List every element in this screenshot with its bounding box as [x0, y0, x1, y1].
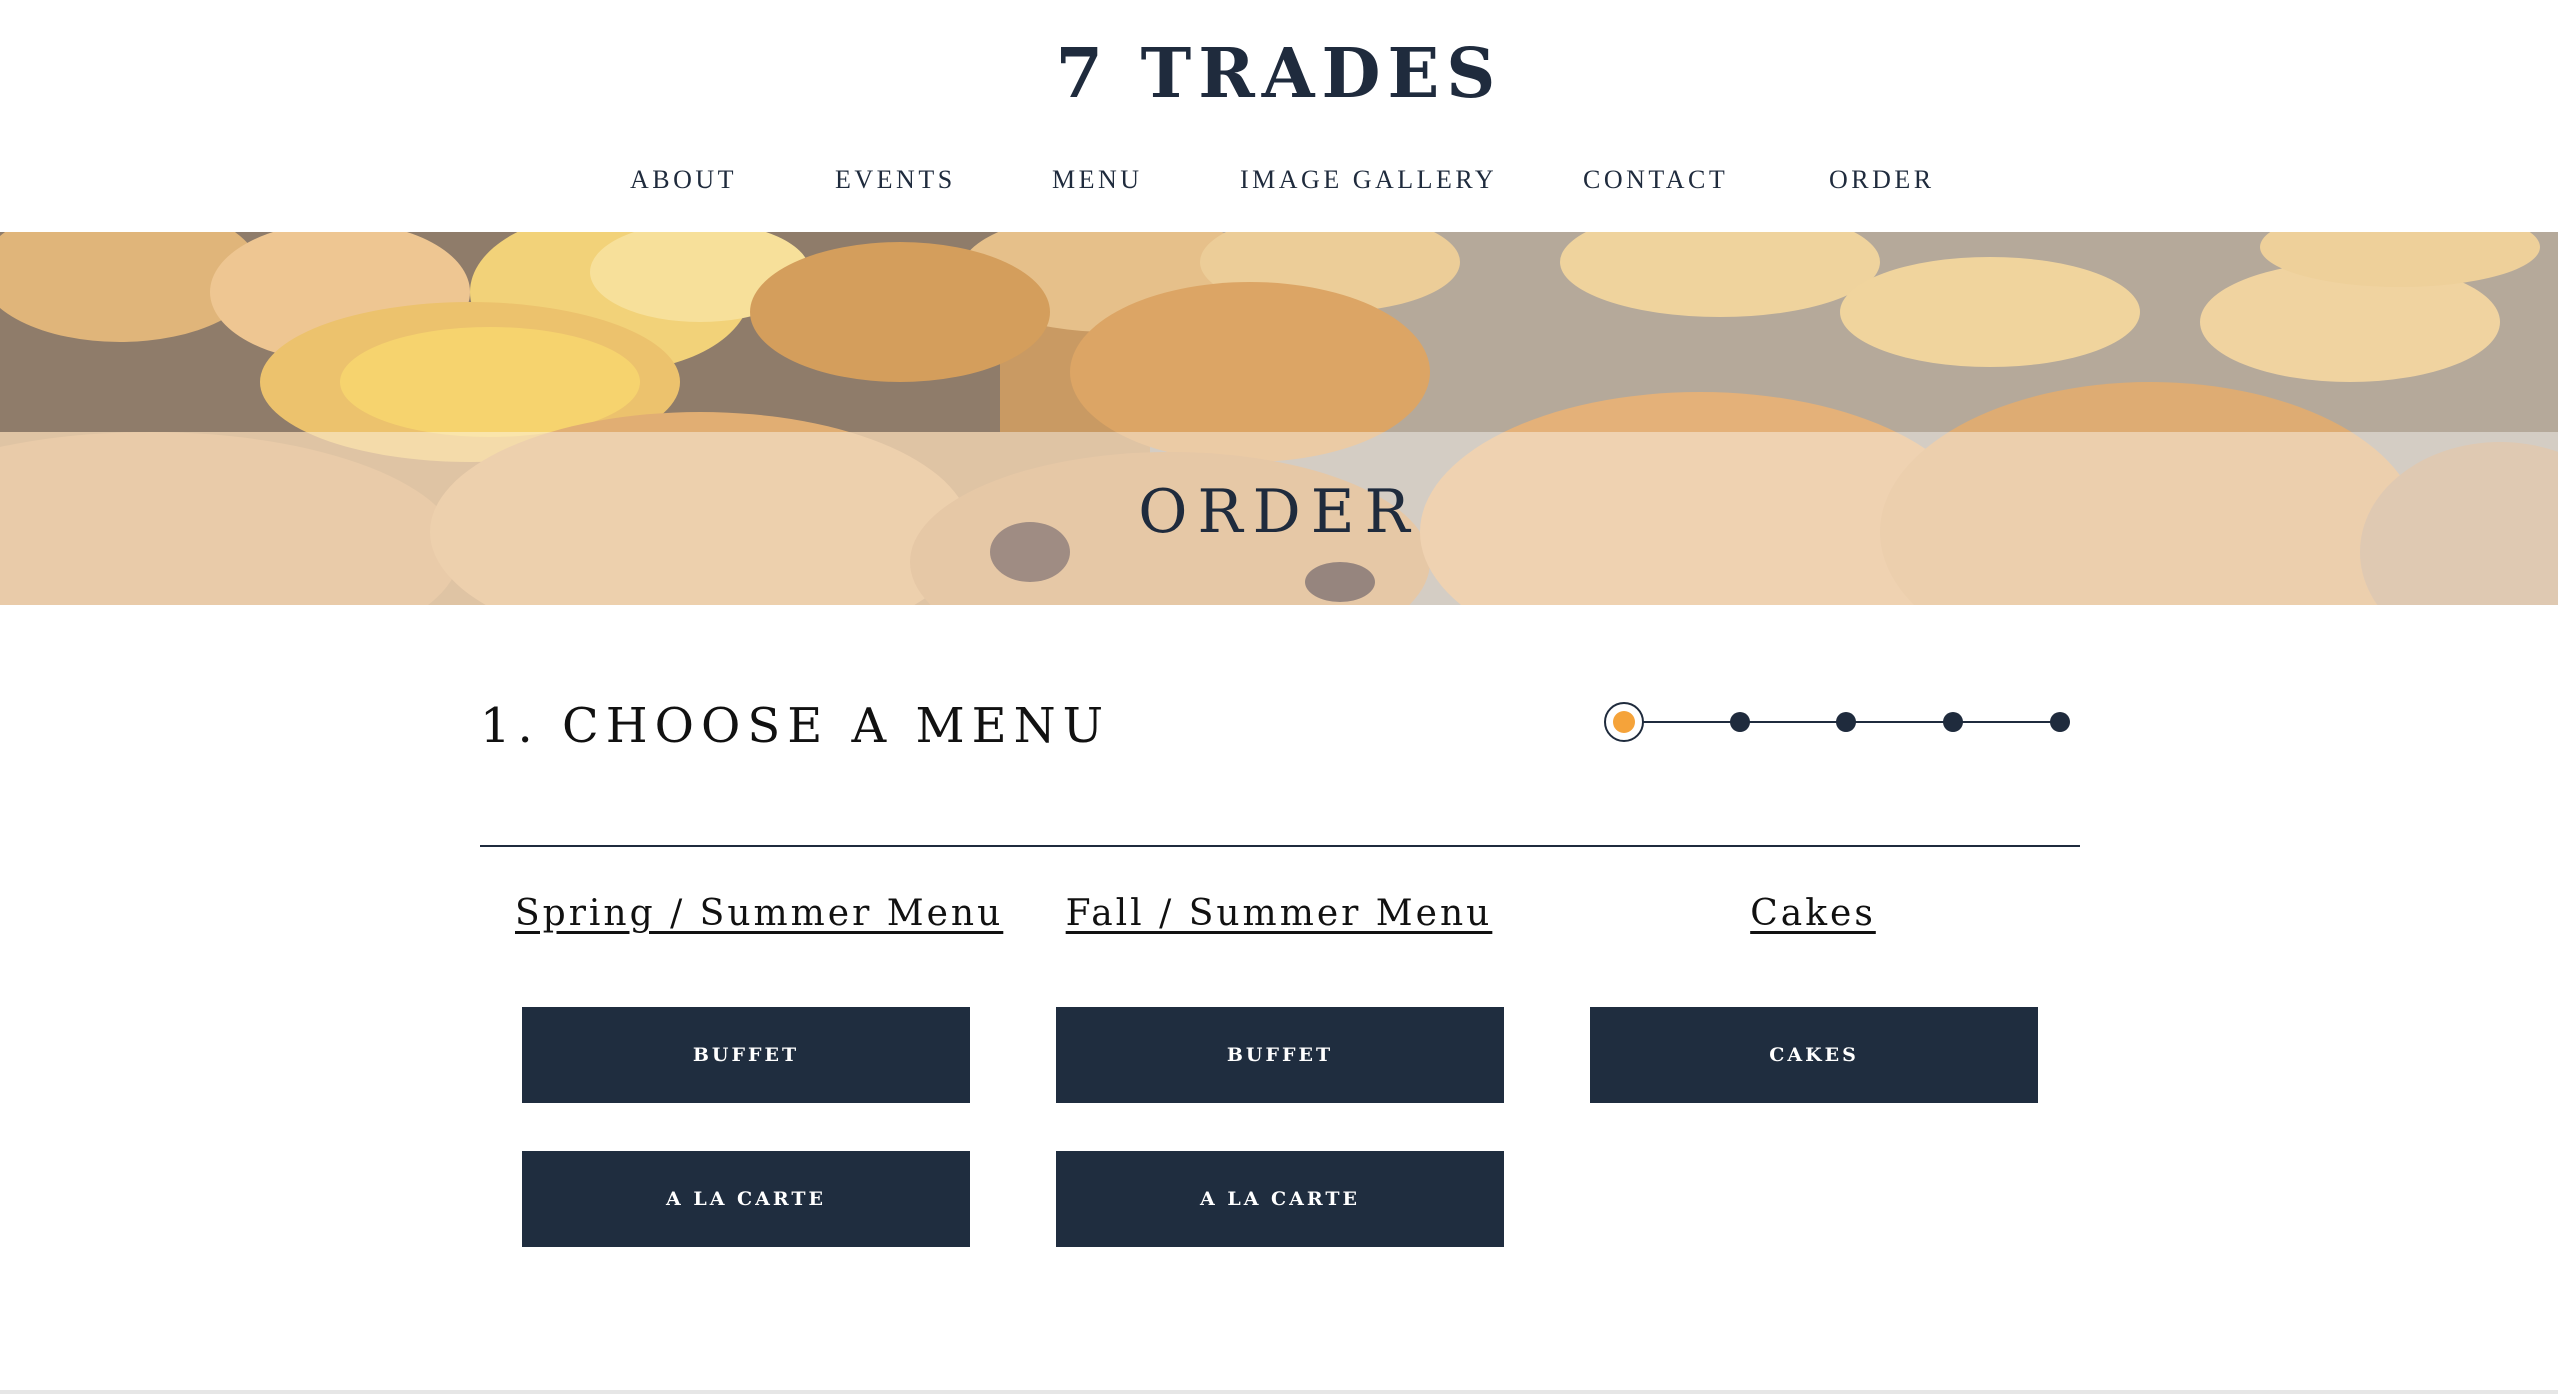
progress-step-5[interactable] [2050, 712, 2070, 732]
site-header: 7 TRADES ABOUT EVENTS MENU IMAGE GALLERY… [0, 0, 2558, 232]
spring-buffet-button[interactable]: BUFFET [522, 1007, 970, 1103]
nav-item-events[interactable]: EVENTS [835, 160, 956, 200]
step-progress-indicator [1600, 690, 2080, 754]
fall-a-la-carte-button[interactable]: A LA CARTE [1056, 1151, 1504, 1247]
fall-summer-menu-title[interactable]: Fall / Summer Menu [1049, 884, 1509, 944]
section-divider [480, 845, 2080, 847]
spring-summer-menu-title[interactable]: Spring / Summer Menu [515, 884, 1000, 944]
cakes-button[interactable]: CAKES [1590, 1007, 2038, 1103]
main-nav: ABOUT EVENTS MENU IMAGE GALLERY CONTACT … [0, 160, 2558, 200]
nav-item-menu[interactable]: MENU [1052, 160, 1143, 200]
progress-step-2[interactable] [1730, 712, 1750, 732]
nav-item-contact[interactable]: CONTACT [1583, 160, 1728, 200]
progress-step-1-active[interactable] [1604, 702, 1644, 742]
nav-item-about[interactable]: ABOUT [630, 160, 737, 200]
step-title: 1. CHOOSE A MENU [480, 698, 1111, 754]
page-title: ORDER [1138, 477, 1420, 547]
spring-a-la-carte-button[interactable]: A LA CARTE [522, 1151, 970, 1247]
progress-step-3[interactable] [1836, 712, 1856, 732]
nav-item-order[interactable]: ORDER [1829, 160, 1935, 200]
footer-divider [0, 1390, 2558, 1394]
progress-step-4[interactable] [1943, 712, 1963, 732]
site-logo[interactable]: 7 TRADES [0, 34, 2558, 114]
nav-item-image-gallery[interactable]: IMAGE GALLERY [1240, 160, 1497, 200]
cakes-title[interactable]: Cakes [1583, 884, 2043, 944]
fall-buffet-button[interactable]: BUFFET [1056, 1007, 1504, 1103]
hero-banner: ORDER [0, 232, 2558, 605]
